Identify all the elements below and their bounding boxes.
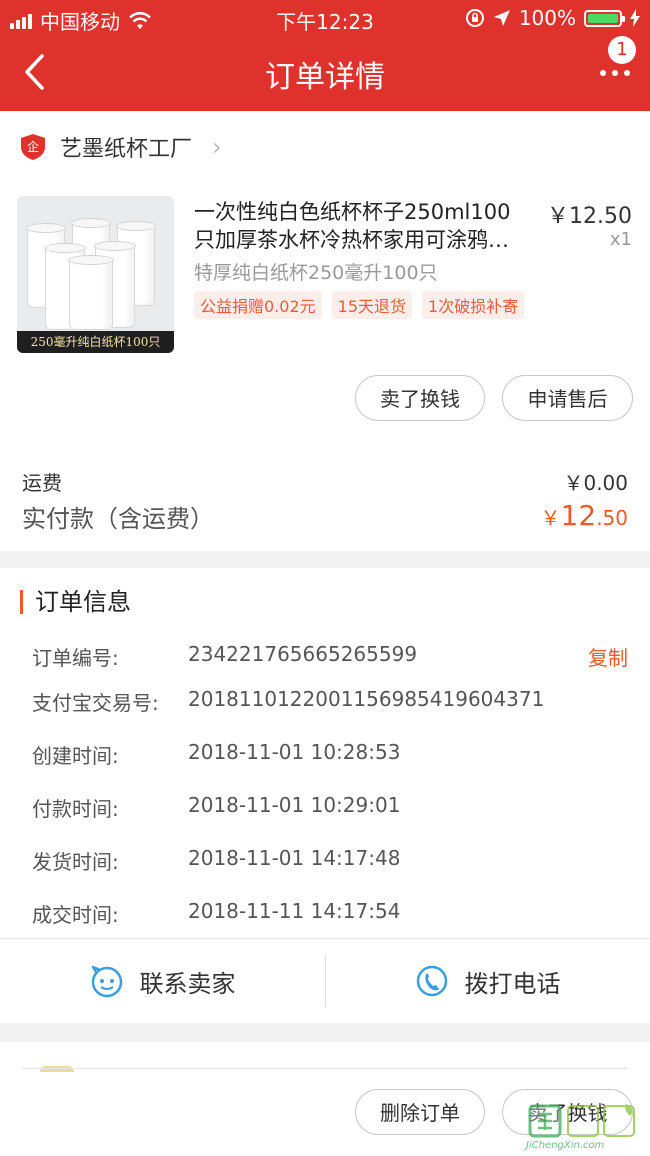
watermark-logo-icon	[528, 1104, 635, 1138]
paid-amount: ￥12.50	[540, 499, 628, 532]
order-number-row: 订单编号: 234221765665265599	[32, 642, 418, 670]
call-phone-button[interactable]: 拨打电话	[325, 939, 650, 1023]
copy-button[interactable]: 复制	[588, 642, 628, 671]
product-spec: 特厚纯白纸杯250毫升100只	[194, 262, 438, 284]
order-info-section: 订单信息 复制 订单编号: 234221765665265599 支付宝交易号: 2…	[0, 568, 650, 938]
chat-face-icon	[91, 965, 122, 998]
shop-link[interactable]: 企 艺墨纸杯工厂 ›	[20, 131, 222, 163]
alipay-trade-row: 支付宝交易号: 2018110122001156985419604371	[32, 687, 545, 715]
completed-time-row: 成交时间: 2018-11-11 14:17:54	[32, 899, 401, 927]
alipay-trade-number: 2018110122001156985419604371	[188, 687, 545, 711]
product-quantity: x1	[609, 229, 632, 250]
orientation-lock-icon	[465, 9, 484, 27]
phone-icon	[416, 965, 447, 997]
charging-icon	[630, 9, 640, 27]
delete-order-button[interactable]: 删除订单	[355, 1089, 485, 1135]
location-arrow-icon	[493, 10, 510, 26]
shipping-value: ￥0.00	[563, 471, 628, 495]
watermark-text: JiChengXin.com	[526, 1140, 605, 1151]
more-menu-icon[interactable]	[600, 70, 630, 76]
shop-name: 艺墨纸杯工厂	[60, 137, 193, 162]
battery-percent: 100%	[518, 6, 576, 30]
section-title: 订单信息	[20, 590, 131, 614]
contact-seller-label: 联系卖家	[139, 969, 236, 998]
tag-donation: 公益捐赠0.02元	[194, 291, 322, 319]
status-bar: 中国移动 下午12:23 100%	[0, 0, 650, 36]
paid-time-row: 付款时间: 2018-11-01 10:29:01	[32, 793, 401, 821]
product-image-caption: 250毫升纯白纸杯100只	[17, 331, 174, 353]
service-tags: 公益捐赠0.02元 15天退货 1次破损补寄	[194, 291, 525, 319]
shipped-time-row: 发货时间: 2018-11-01 14:17:48	[32, 846, 401, 874]
separator-line	[22, 1068, 628, 1069]
shipping-label: 运费	[22, 471, 62, 495]
call-phone-label: 拨打电话	[464, 969, 561, 998]
contact-bar: 联系卖家 拨打电话	[0, 938, 650, 1023]
tag-return: 15天退货	[331, 291, 413, 319]
partial-avatar	[40, 1066, 74, 1072]
order-number: 234221765665265599	[188, 642, 418, 666]
after-sale-button[interactable]: 申请售后	[502, 375, 633, 421]
sell-exchange-button[interactable]: 卖了换钱	[355, 375, 485, 421]
product-price: ￥12.50	[547, 204, 632, 229]
contact-seller-button[interactable]: 联系卖家	[0, 939, 325, 1023]
chevron-right-icon: ›	[212, 133, 222, 161]
svg-text:企: 企	[27, 139, 39, 154]
enterprise-shop-icon: 企	[21, 134, 45, 160]
battery-icon	[584, 9, 625, 27]
product-image[interactable]: 250毫升纯白纸杯100只	[17, 196, 174, 353]
order-item-card: 企 艺墨纸杯工厂 › 250毫升纯白纸杯100只 一次性纯白色纸杯杯子250ml…	[0, 111, 650, 551]
site-watermark: JiChengXin.com	[526, 1100, 646, 1151]
paid-label: 实付款（含运费）	[22, 505, 214, 533]
product-title[interactable]: 一次性纯白色纸杯杯子250ml100 只加厚茶水杯冷热杯家用可涂鸦…	[194, 198, 536, 254]
tag-damage: 1次破损补寄	[422, 291, 525, 319]
created-time-row: 创建时间: 2018-11-01 10:28:53	[32, 740, 401, 768]
notification-badge: 1	[608, 36, 636, 64]
top-bar: 中国移动 下午12:23 100% 订单详情 1	[0, 0, 650, 111]
page-title: 订单详情	[265, 60, 385, 95]
